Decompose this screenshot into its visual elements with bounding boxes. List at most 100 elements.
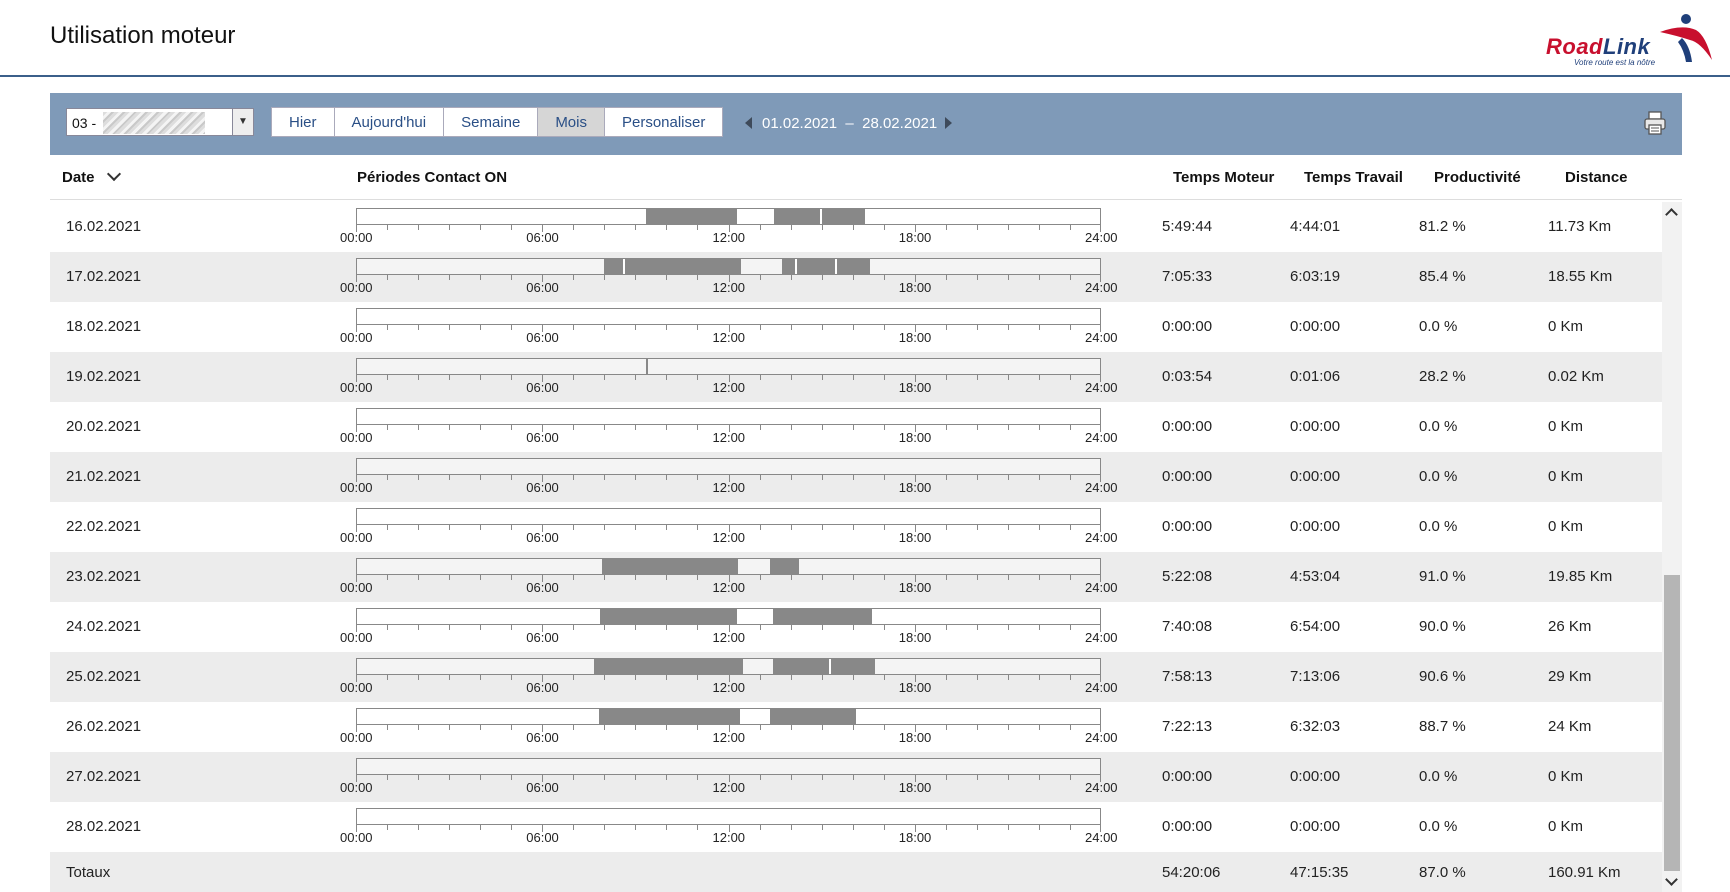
timeline-tick bbox=[666, 575, 668, 580]
timeline-tick bbox=[852, 225, 854, 230]
timeline-tick bbox=[449, 475, 451, 480]
timeline-bar bbox=[356, 658, 1101, 675]
scroll-up-icon[interactable] bbox=[1665, 208, 1678, 221]
period-button-semaine[interactable]: Semaine bbox=[443, 107, 539, 137]
timeline-tick bbox=[635, 425, 637, 430]
timeline-tick bbox=[697, 325, 699, 330]
timeline-tick bbox=[883, 725, 885, 730]
timeline-tick bbox=[604, 325, 606, 330]
timeline-tick bbox=[387, 825, 389, 830]
timeline-tick bbox=[418, 625, 420, 630]
timeline-tick bbox=[573, 825, 575, 830]
table-row: 19.02.2021 00:00 06:00 12:00 18:00 24:00 0:03:… bbox=[50, 352, 1662, 402]
timeline-tick-label: 12:00 bbox=[712, 680, 746, 695]
timeline-tick bbox=[604, 525, 606, 530]
print-icon[interactable] bbox=[1642, 110, 1668, 136]
timeline-tick bbox=[480, 575, 482, 580]
timeline-tick bbox=[387, 225, 389, 230]
timeline-tick bbox=[1007, 525, 1009, 530]
timeline-tick bbox=[387, 675, 389, 680]
timeline-tick-label: 18:00 bbox=[898, 780, 932, 795]
period-button-hier[interactable]: Hier bbox=[271, 107, 335, 137]
timeline-tick bbox=[666, 625, 668, 630]
timeline-tick bbox=[976, 475, 978, 480]
timeline-tick bbox=[480, 475, 482, 480]
timeline-tick bbox=[573, 475, 575, 480]
timeline-tick-label: 18:00 bbox=[898, 480, 932, 495]
timeline-tick-label: 24:00 bbox=[1085, 280, 1118, 295]
timeline-tick bbox=[1069, 775, 1071, 780]
row-date: 18.02.2021 bbox=[66, 318, 142, 335]
timeline-tick bbox=[573, 675, 575, 680]
scroll-down-icon[interactable] bbox=[1665, 873, 1678, 886]
roadlink-logo: RoadLink Votre route est la nôtre bbox=[1546, 12, 1716, 70]
timeline-bar bbox=[356, 308, 1101, 325]
timeline-tick bbox=[511, 775, 513, 780]
timeline-tick bbox=[759, 775, 761, 780]
timeline-tick bbox=[790, 625, 792, 630]
date-from: 01.02.2021 bbox=[762, 115, 838, 132]
timeline-tick bbox=[945, 825, 947, 830]
timeline-tick bbox=[945, 675, 947, 680]
timeline-tick-label: 24:00 bbox=[1085, 580, 1118, 595]
table-body[interactable]: 16.02.2021 00:00 06:00 12:00 18:00 24:00 5:49:… bbox=[50, 202, 1662, 852]
period-button-personaliser[interactable]: Personaliser bbox=[603, 107, 724, 137]
timeline-tick bbox=[387, 275, 389, 280]
row-date: 24.02.2021 bbox=[66, 618, 142, 635]
period-button-aujourdhui[interactable]: Aujourd'hui bbox=[333, 107, 445, 137]
table-row: 18.02.2021 00:00 06:00 12:00 18:00 24:00 0:00:… bbox=[50, 302, 1662, 352]
timeline-tick bbox=[635, 275, 637, 280]
timeline-tick-label: 00:00 bbox=[340, 330, 373, 345]
timeline-tick bbox=[418, 325, 420, 330]
timeline-tick bbox=[821, 475, 823, 480]
scroll-thumb[interactable] bbox=[1664, 575, 1680, 871]
timeline-tick bbox=[852, 375, 854, 380]
row-distance: 0 Km bbox=[1548, 818, 1584, 835]
timeline-tick bbox=[511, 225, 513, 230]
timeline-tick bbox=[480, 525, 482, 530]
timeline-tick bbox=[976, 825, 978, 830]
timeline-bar bbox=[356, 608, 1101, 625]
timeline-tick bbox=[821, 375, 823, 380]
row-productivity: 0.0 % bbox=[1419, 318, 1458, 335]
table-header: Date Périodes Contact ON Temps Moteur Te… bbox=[50, 155, 1682, 200]
timeline-tick bbox=[852, 475, 854, 480]
timeline-tick bbox=[604, 225, 606, 230]
totals-row: Totaux 54:20:06 47:15:35 87.0 % 160.91 K… bbox=[50, 852, 1662, 892]
timeline-tick bbox=[480, 775, 482, 780]
row-productivity: 90.6 % bbox=[1419, 668, 1466, 685]
table-scrollbar[interactable] bbox=[1662, 202, 1682, 892]
contact-on-timeline: 00:00 06:00 12:00 18:00 24:00 bbox=[340, 508, 1118, 548]
timeline-tick bbox=[976, 275, 978, 280]
timeline-tick bbox=[821, 725, 823, 730]
totals-distance: 160.91 Km bbox=[1548, 864, 1621, 881]
timeline-tick-label: 12:00 bbox=[712, 230, 746, 245]
sort-chevron-icon[interactable] bbox=[106, 166, 121, 182]
row-date: 22.02.2021 bbox=[66, 518, 142, 535]
timeline-tick bbox=[1038, 725, 1040, 730]
timeline-tick bbox=[449, 825, 451, 830]
timeline-tick bbox=[1069, 575, 1071, 580]
timeline-tick bbox=[387, 525, 389, 530]
timeline-tick-label: 18:00 bbox=[898, 680, 932, 695]
vehicle-select[interactable]: 03 - ▼ bbox=[66, 108, 254, 136]
period-button-mois[interactable]: Mois bbox=[537, 107, 605, 137]
previous-period-icon[interactable] bbox=[745, 117, 752, 129]
row-work-time: 0:00:00 bbox=[1290, 468, 1341, 485]
timeline-tick bbox=[1038, 325, 1040, 330]
timeline-tick bbox=[573, 775, 575, 780]
column-header-date[interactable]: Date bbox=[62, 166, 121, 186]
timeline-bar bbox=[356, 708, 1101, 725]
table-row: 16.02.2021 00:00 06:00 12:00 18:00 24:00 5:49:… bbox=[50, 202, 1662, 252]
row-date: 28.02.2021 bbox=[66, 818, 142, 835]
timeline-bar bbox=[356, 808, 1101, 825]
timeline-tick-label: 24:00 bbox=[1085, 230, 1118, 245]
period-break bbox=[820, 209, 823, 224]
timeline-tick bbox=[604, 425, 606, 430]
timeline-tick bbox=[852, 575, 854, 580]
chevron-down-icon[interactable]: ▼ bbox=[232, 109, 253, 135]
timeline-tick bbox=[697, 575, 699, 580]
timeline-tick bbox=[976, 725, 978, 730]
next-period-icon[interactable] bbox=[945, 117, 952, 129]
row-motor-time: 7:05:33 bbox=[1162, 268, 1213, 285]
